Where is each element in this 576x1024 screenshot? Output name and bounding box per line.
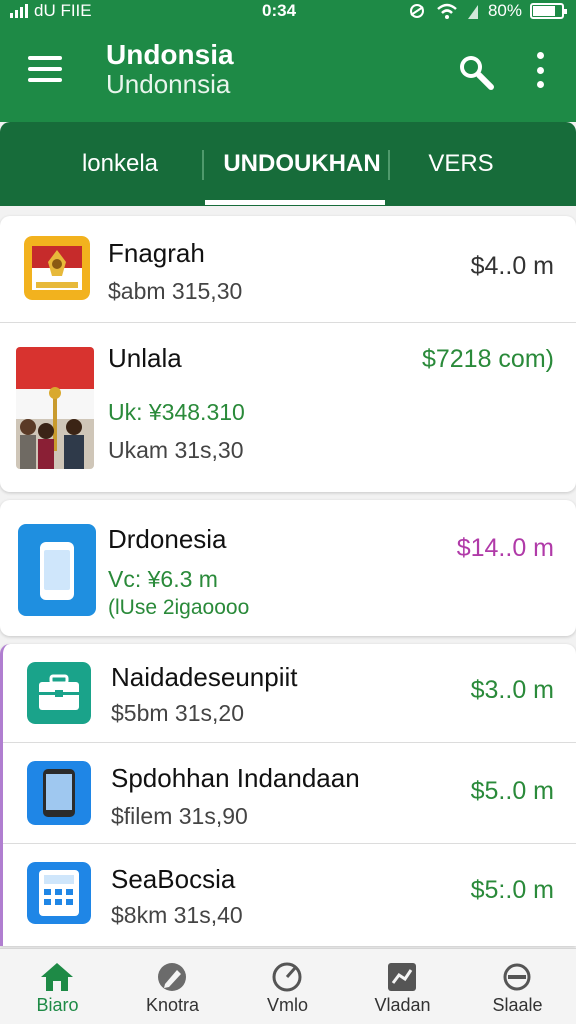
cell-signal-icon <box>467 5 478 19</box>
tab-divider <box>202 150 204 180</box>
search-icon[interactable] <box>456 52 494 90</box>
item-name: Fnagrah <box>108 238 205 268</box>
item-meta: $abm 315,30 <box>108 278 243 304</box>
status-bar: dU FIIE 0:34 80% <box>0 0 576 22</box>
results-card: Naidadeseunpiit $5bm 31s,20 $3..0 m Spdo… <box>0 644 576 946</box>
nav-item-biaro[interactable]: Biaro <box>0 949 115 1024</box>
nav-label: Vmlo <box>266 995 308 1015</box>
item-name: Naidadeseunpiit <box>111 662 298 692</box>
list-item[interactable]: Spdohhan Indandaan $filem 31s,90 $5..0 m <box>3 743 576 843</box>
nav-item-slaale[interactable]: Slaale <box>460 949 575 1024</box>
battery-percent: 80% <box>487 1 522 20</box>
item-name: SeaBocsia <box>111 864 236 894</box>
item-price: $7218 com) <box>421 345 554 373</box>
signal-icon <box>10 4 28 18</box>
nav-label: Knotra <box>145 995 200 1015</box>
app-title: Undonsia <box>106 39 234 70</box>
list-item[interactable]: Naidadeseunpiit $5bm 31s,20 $3..0 m <box>3 644 576 742</box>
smartphone-app-thumbnail <box>18 524 96 616</box>
nav-label: Vladan <box>374 995 431 1015</box>
gauge-icon <box>272 962 302 992</box>
item-meta: $8km 31s,40 <box>111 902 243 928</box>
nav-item-knotra[interactable]: Knotra <box>115 949 230 1024</box>
location-icon <box>409 4 424 18</box>
chart-box-icon <box>388 963 416 991</box>
phone-app-thumbnail <box>27 761 91 825</box>
item-price: $3..0 m <box>470 676 554 704</box>
results-card: Drdonesia Vc: ¥6.3 m (lUse 2igaoooo $14.… <box>0 500 576 636</box>
item-meta: $filem 31s,90 <box>111 803 248 829</box>
nav-label: Biaro <box>36 995 79 1015</box>
item-meta-secondary: Ukam 31s,30 <box>108 437 244 463</box>
active-tab-indicator <box>205 200 385 205</box>
briefcase-app-thumbnail <box>27 662 91 724</box>
people-flag-photo-thumbnail <box>16 347 94 469</box>
pencil-circle-icon <box>158 963 186 991</box>
app-bar: Undonsia Undonnsia <box>0 22 576 122</box>
item-price: $4..0 m <box>470 252 554 280</box>
home-icon <box>41 963 73 991</box>
minus-circle-icon <box>503 963 531 991</box>
list-item[interactable]: Fnagrah $abm 315,30 $4..0 m <box>0 216 576 322</box>
tab-divider <box>388 150 390 180</box>
list-item[interactable]: Unlala Uk: ¥348.310 Ukam 31s,30 $7218 co… <box>0 323 576 492</box>
carrier-name: dU FIIE <box>34 1 92 20</box>
tab-bar: lonkela UNDOUKHAN VERS <box>0 122 576 206</box>
item-meta: $5bm 31s,20 <box>111 700 244 726</box>
nav-label: Slaale <box>492 995 543 1015</box>
item-meta: Vc: ¥6.3 m <box>108 566 218 592</box>
nav-item-vladan[interactable]: Vladan <box>345 949 460 1024</box>
more-vertical-icon[interactable] <box>528 52 552 88</box>
list-item[interactable]: Drdonesia Vc: ¥6.3 m (lUse 2igaoooo $14.… <box>0 500 576 636</box>
results-card: Fnagrah $abm 315,30 $4..0 m Unlala Uk: ¥… <box>0 216 576 492</box>
list-item[interactable]: SeaBocsia $8km 31s,40 $5:.0 m <box>3 844 576 946</box>
hamburger-menu-icon[interactable] <box>28 56 62 82</box>
item-price: $5:.0 m <box>470 876 554 904</box>
tab-vers[interactable]: VERS <box>394 122 528 206</box>
tab-undoukhan[interactable]: UNDOUKHAN <box>210 122 394 206</box>
item-name: Spdohhan Indandaan <box>111 763 360 793</box>
item-meta-secondary: (lUse 2igaoooo <box>108 596 250 619</box>
item-meta: Uk: ¥348.310 <box>108 399 245 425</box>
nav-item-vmlo[interactable]: Vmlo <box>230 949 345 1024</box>
app-subtitle: Undonnsia <box>106 69 231 99</box>
battery-icon <box>530 3 567 19</box>
item-name: Unlala <box>108 343 182 373</box>
tab-lonkela[interactable]: lonkela <box>40 122 200 206</box>
wifi-icon <box>437 3 457 19</box>
item-price: $14..0 m <box>456 534 554 562</box>
flag-emblem-thumbnail <box>24 236 90 300</box>
item-price: $5..0 m <box>470 777 554 805</box>
bottom-navigation: Biaro Knotra Vmlo Vladan Slaale <box>0 948 576 1024</box>
calculator-app-thumbnail <box>27 862 91 924</box>
status-time: 0:34 <box>262 1 297 20</box>
item-name: Drdonesia <box>108 524 227 554</box>
